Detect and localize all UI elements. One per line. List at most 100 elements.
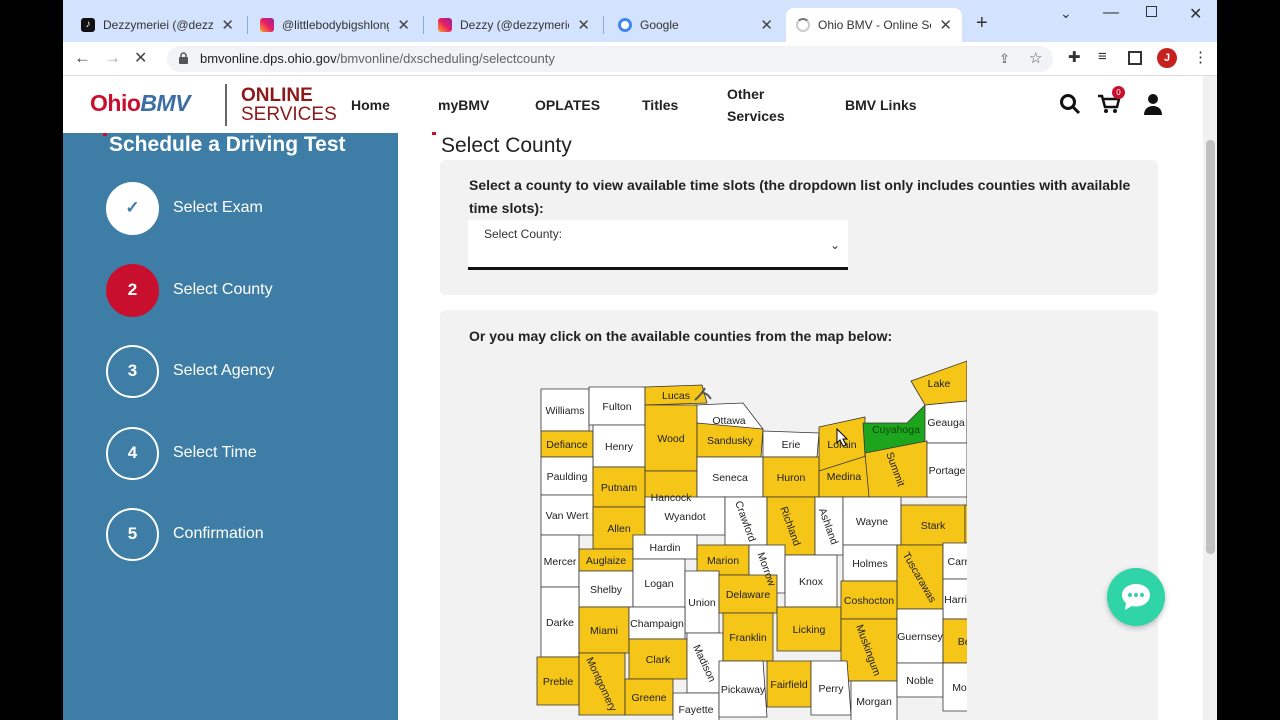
wordmark-line2: SERVICES	[241, 104, 337, 125]
media-control-icon[interactable]: ≡	[1098, 48, 1107, 65]
county-label-harrison: Harrison	[944, 594, 967, 606]
bookmark-star-icon[interactable]: ☆	[1029, 49, 1042, 67]
step-label: Select County	[173, 281, 273, 298]
county-dropdown[interactable]: Select County: ⌄	[468, 220, 848, 270]
step-label: Confirmation	[173, 525, 264, 542]
county-label-guernsey: Guernsey	[897, 631, 943, 643]
tab-title: Google	[640, 18, 679, 32]
county-label-seneca: Seneca	[712, 472, 748, 484]
county-label-shelby: Shelby	[590, 584, 623, 596]
county-label-fairfield: Fairfield	[770, 679, 808, 691]
county-label-williams: Williams	[545, 405, 584, 417]
tab-title: Dezzymeriei (@dezzym	[103, 18, 214, 32]
close-icon[interactable]: ✕	[760, 16, 773, 34]
nav-label: Titles	[642, 96, 679, 113]
county-label-champaign: Champaign	[630, 618, 684, 630]
sidebar-title: Schedule a Driving Test	[109, 133, 346, 156]
nav-label: BMV Links	[845, 96, 917, 113]
nav-mybmv[interactable]: myBMV	[438, 76, 489, 133]
maximize-icon[interactable]	[1146, 6, 1157, 17]
county-label-henry: Henry	[605, 441, 634, 453]
step-select-exam[interactable]: ✓ Select Exam	[106, 180, 366, 236]
close-icon[interactable]: ✕	[221, 16, 234, 34]
county-label-paulding: Paulding	[547, 471, 588, 483]
ohio-county-map[interactable]: Williams Fulton Lucas Ottawa Defiance Henry Wo…	[467, 345, 967, 720]
nav-label: Other Services	[727, 85, 785, 124]
stop-loading-icon[interactable]: ✕	[134, 48, 147, 68]
county-label-lake: Lake	[928, 378, 951, 390]
scrollbar-thumb[interactable]	[1206, 140, 1215, 554]
wordmark-line1: ONLINE	[241, 85, 313, 106]
county-label-van-wert: Van Wert	[546, 510, 589, 522]
county-label-allen: Allen	[607, 523, 631, 535]
side-panel-icon[interactable]	[1128, 51, 1142, 65]
step-number: 4	[106, 426, 159, 480]
browser-tab[interactable]: Google ✕	[608, 8, 783, 42]
county-label-fulton: Fulton	[602, 401, 631, 413]
tab-title: Dezzy (@dezzymeriei)	[460, 18, 570, 32]
county-label-mercer: Mercer	[544, 556, 577, 568]
chat-button[interactable]	[1107, 568, 1165, 626]
browser-tab-active[interactable]: Ohio BMV - Online Ser ✕	[786, 8, 962, 42]
close-icon[interactable]: ✕	[939, 16, 952, 34]
ohio-bmv-logo[interactable]: OhioBMV	[90, 90, 191, 117]
google-icon	[618, 18, 632, 32]
tiktok-icon: ♪	[81, 18, 95, 32]
close-icon[interactable]: ✕	[397, 16, 410, 34]
address-bar[interactable]: bmvonline.dps.ohio.gov/bmvonline/dxsched…	[167, 46, 1053, 72]
browser-tab[interactable]: Dezzy (@dezzymeriei) ✕	[428, 8, 600, 42]
tab-search-icon[interactable]: ⌄	[1060, 5, 1072, 22]
new-tab-icon[interactable]: +	[976, 12, 988, 35]
chevron-down-icon: ⌄	[829, 238, 840, 252]
instagram-icon	[260, 18, 274, 32]
step-label: Select Exam	[173, 199, 263, 216]
url-host: bmvonline.dps.ohio.gov	[200, 51, 337, 66]
county-label-hardin: Hardin	[650, 542, 681, 554]
nav-bmv-links[interactable]: BMV Links	[845, 76, 917, 133]
county-label-clark: Clark	[646, 654, 671, 666]
extensions-icon[interactable]: ✚	[1068, 48, 1081, 66]
back-icon[interactable]: ←	[74, 48, 91, 68]
site-header: OhioBMV ONLINE SERVICES Home myBMV OPLAT…	[63, 76, 1203, 133]
steps-sidebar: Schedule a Driving Test ✓ Select Exam 2 …	[63, 133, 398, 720]
nav-home[interactable]: Home	[351, 76, 390, 133]
title-accent	[432, 132, 436, 135]
page-scrollbar[interactable]	[1203, 76, 1217, 720]
county-label-hancock: Hancock	[651, 492, 693, 504]
close-window-icon[interactable]: ✕	[1189, 4, 1202, 24]
tab-divider	[247, 16, 248, 34]
logo-bmv: BMV	[140, 90, 191, 116]
step-confirmation: 5 Confirmation	[106, 506, 366, 562]
nav-label: OPLATES	[535, 96, 601, 113]
county-label-union: Union	[688, 597, 716, 609]
nav-other-services[interactable]: Other Services	[727, 76, 789, 133]
more-menu-icon[interactable]: ⋮	[1193, 48, 1208, 66]
search-icon[interactable]	[1059, 93, 1081, 115]
county-label-greene: Greene	[631, 692, 666, 704]
county-label-holmes: Holmes	[852, 558, 888, 570]
url-path: /bmvonline/dxscheduling/selectcounty	[336, 51, 555, 66]
county-label-huron: Huron	[777, 472, 806, 484]
forward-icon[interactable]: →	[104, 48, 121, 68]
minimize-icon[interactable]: —	[1103, 4, 1119, 22]
url-text: bmvonline.dps.ohio.gov/bmvonline/dxsched…	[200, 51, 555, 66]
county-label-marion: Marion	[707, 555, 739, 567]
step-label: Select Time	[173, 444, 257, 461]
browser-tab[interactable]: ♪ Dezzymeriei (@dezzym ✕	[71, 8, 244, 42]
user-account-icon[interactable]	[1143, 93, 1163, 115]
county-label-geauga: Geauga	[927, 417, 965, 429]
profile-avatar[interactable]: J	[1157, 48, 1177, 68]
nav-oplates[interactable]: OPLATES	[535, 76, 600, 133]
sidebar-accent	[103, 133, 107, 136]
step-number: 5	[106, 507, 159, 561]
county-columbiana[interactable]	[964, 504, 967, 544]
nav-titles[interactable]: Titles	[642, 76, 678, 133]
county-label-auglaize: Auglaize	[586, 555, 626, 567]
share-icon[interactable]: ⇪	[999, 51, 1010, 67]
browser-tab[interactable]: @littlebodybigshlong | ✕	[250, 8, 420, 42]
close-icon[interactable]: ✕	[577, 16, 590, 34]
county-label-belmont: Belmont	[958, 636, 967, 648]
tab-title: Ohio BMV - Online Ser	[818, 18, 932, 32]
chat-bubble-icon	[1122, 584, 1150, 610]
county-label-noble: Noble	[906, 675, 934, 687]
